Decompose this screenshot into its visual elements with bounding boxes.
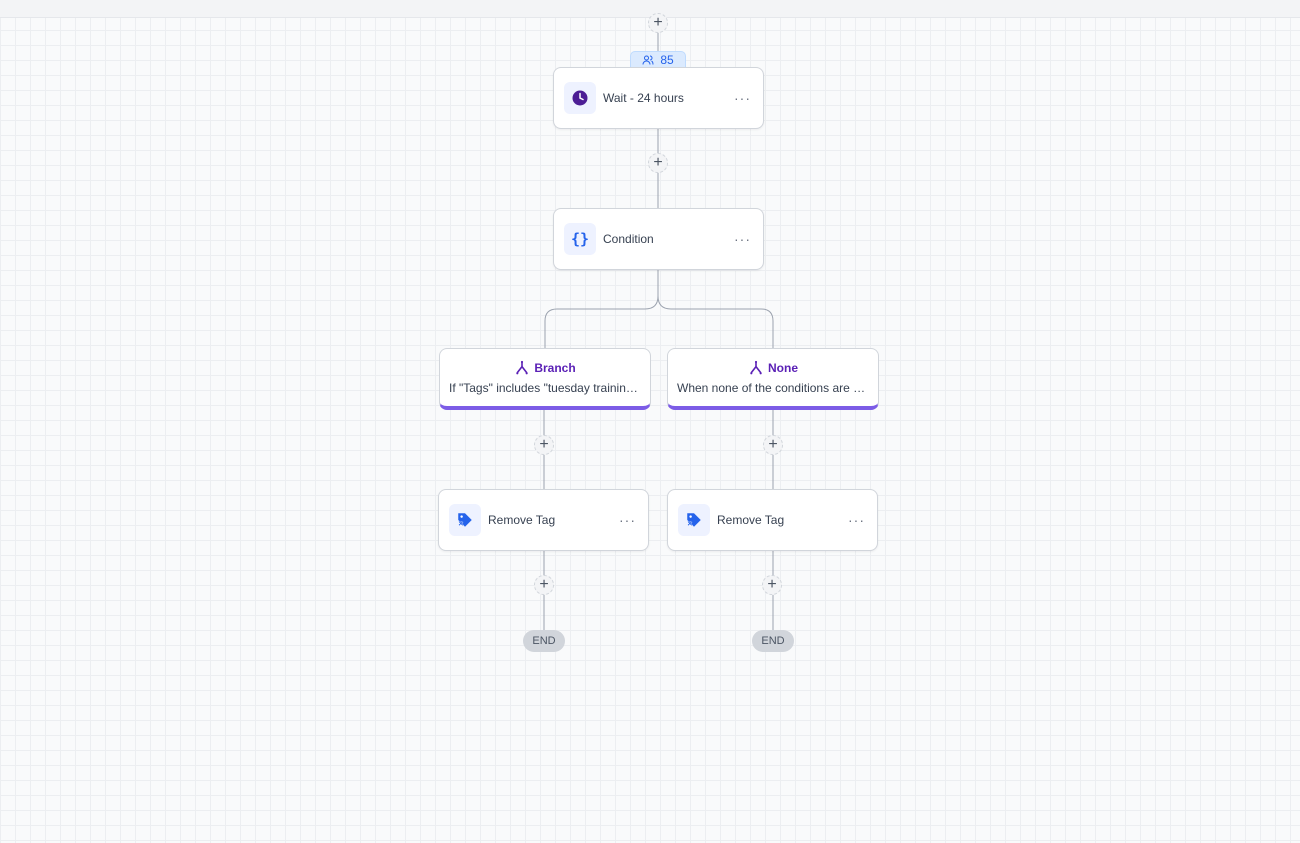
branch-icon — [750, 360, 762, 375]
branch-title: None — [768, 361, 798, 375]
wait-node[interactable]: Wait - 24 hours ··· — [553, 67, 764, 129]
branch-description: When none of the conditions are met — [677, 381, 869, 395]
tag-remove-icon — [449, 504, 481, 536]
end-marker: END — [752, 630, 794, 652]
plus-icon: + — [539, 436, 549, 453]
branch-title: Branch — [534, 361, 576, 375]
more-options-icon[interactable]: ··· — [732, 231, 753, 247]
braces-icon: {} — [564, 223, 596, 255]
clock-icon — [564, 82, 596, 114]
add-step-button[interactable]: + — [763, 435, 783, 455]
tag-remove-icon — [678, 504, 710, 536]
plus-icon: + — [767, 576, 777, 593]
plus-icon: + — [653, 14, 663, 31]
contact-count: 85 — [660, 52, 674, 67]
remove-tag-node[interactable]: Remove Tag ··· — [438, 489, 649, 551]
more-options-icon[interactable]: ··· — [617, 512, 638, 528]
more-options-icon[interactable]: ··· — [732, 90, 753, 106]
branch-icon — [516, 360, 529, 375]
condition-node[interactable]: {} Condition ··· — [553, 208, 764, 270]
add-step-button[interactable]: + — [534, 435, 554, 455]
remove-tag-label: Remove Tag — [717, 513, 785, 527]
branch-card[interactable]: Branch If "Tags" includes "tuesday train… — [439, 348, 651, 410]
wait-node-label: Wait - 24 hours — [603, 91, 684, 105]
plus-icon: + — [539, 576, 549, 593]
contact-count-badge[interactable]: 85 — [630, 51, 686, 68]
add-step-button[interactable]: + — [648, 153, 668, 173]
plus-icon: + — [768, 436, 778, 453]
add-step-button[interactable]: + — [534, 575, 554, 595]
plus-icon: + — [653, 154, 663, 171]
add-step-button[interactable]: + — [762, 575, 782, 595]
end-marker: END — [523, 630, 565, 652]
add-step-button[interactable]: + — [648, 13, 668, 33]
condition-node-label: Condition — [603, 232, 654, 246]
users-icon — [642, 55, 654, 65]
remove-tag-node[interactable]: Remove Tag ··· — [667, 489, 878, 551]
branch-description: If "Tags" includes "tuesday training ... — [449, 381, 641, 395]
none-branch-card[interactable]: None When none of the conditions are met — [667, 348, 879, 410]
more-options-icon[interactable]: ··· — [846, 512, 867, 528]
remove-tag-label: Remove Tag — [488, 513, 556, 527]
